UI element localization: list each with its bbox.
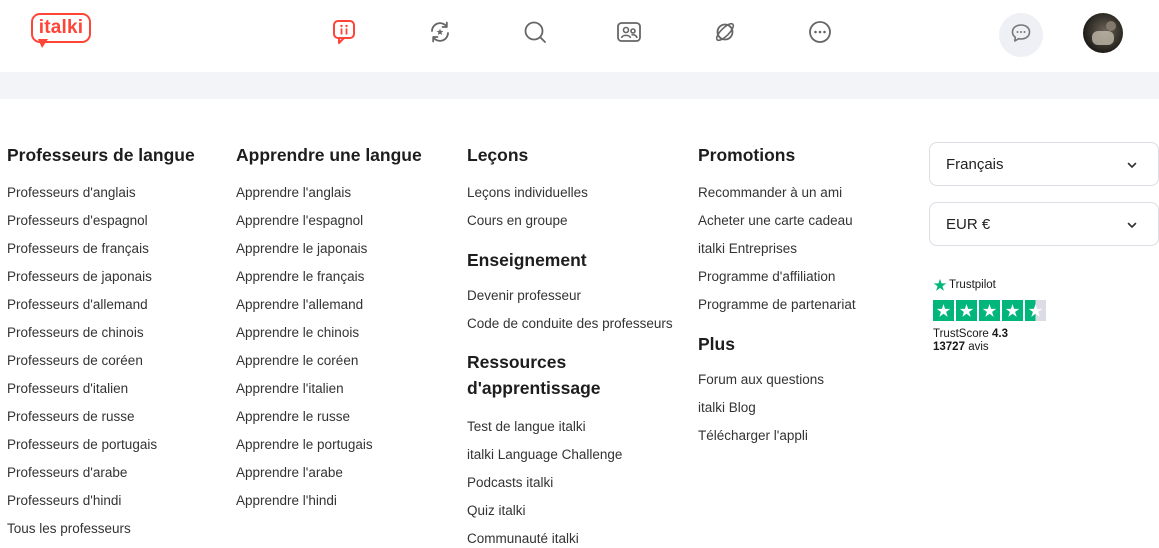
column-title-promotions: Promotions (698, 145, 796, 165)
currency-select-value: EUR € (946, 215, 991, 233)
link-teacher[interactable]: Professeurs de japonais (7, 263, 195, 291)
trustscore-value: 4.3 (992, 328, 1009, 340)
chevron-down-icon (1126, 218, 1138, 235)
link-learn[interactable]: Apprendre l'espagnol (236, 207, 422, 235)
link-more[interactable]: Télécharger l'appli (698, 422, 856, 450)
reviews-line: 13727 avis (933, 341, 1048, 354)
chevron-down-icon (1126, 158, 1138, 175)
community-icon[interactable] (616, 19, 642, 45)
trustpilot-stars (933, 300, 1048, 321)
link-learn[interactable]: Apprendre le portugais (236, 431, 422, 459)
link-more[interactable]: Forum aux questions (698, 366, 856, 394)
link-teacher[interactable]: Professeurs d'anglais (7, 179, 195, 207)
trustscore-line: TrustScore 4.3 (933, 328, 1048, 341)
messages-button[interactable] (999, 13, 1043, 57)
link-learn[interactable]: Apprendre le japonais (236, 235, 422, 263)
link-teacher[interactable]: Professeurs de russe (7, 403, 195, 431)
currency-select[interactable]: EUR € (929, 202, 1159, 246)
link-teaching[interactable]: Code de conduite des professeurs (467, 310, 673, 338)
link-learn[interactable]: Apprendre le français (236, 263, 422, 291)
logo-speech-tail (38, 39, 48, 48)
star-icon (933, 300, 954, 321)
link-learn[interactable]: Apprendre le russe (236, 403, 422, 431)
link-more[interactable]: italki Blog (698, 394, 856, 422)
resources-title-line1: Ressources (467, 352, 567, 372)
link-resource[interactable]: italki Language Challenge (467, 441, 673, 469)
learn-links: Apprendre l'anglais Apprendre l'espagnol… (236, 179, 422, 515)
teaching-links: Devenir professeur Code de conduite des … (467, 282, 673, 338)
link-lesson[interactable]: Cours en groupe (467, 207, 673, 235)
resources-links: Test de langue italki italki Language Ch… (467, 413, 673, 548)
footer-column-promotions: Promotions Recommander à un ami Acheter … (698, 142, 856, 450)
column-title-learn: Apprendre une langue (236, 145, 422, 165)
link-promotion[interactable]: Programme de partenariat (698, 291, 856, 319)
trustscore-label: TrustScore (933, 328, 989, 340)
link-teacher[interactable]: Professeurs de coréen (7, 347, 195, 375)
chat-bubble-icon (1010, 22, 1032, 49)
link-resource[interactable]: Communauté italki (467, 525, 673, 548)
column-title-lessons: Leçons (467, 145, 529, 165)
link-teacher[interactable]: Professeurs d'arabe (7, 459, 195, 487)
planet-icon[interactable] (712, 19, 738, 45)
link-teacher[interactable]: Professeurs d'allemand (7, 291, 195, 319)
link-learn[interactable]: Apprendre le chinois (236, 319, 422, 347)
language-select-value: Français (946, 155, 1004, 173)
trustpilot-widget[interactable]: Trustpilot TrustScore 4.3 13727 avis (933, 278, 1048, 354)
link-promotion[interactable]: Recommander à un ami (698, 179, 856, 207)
link-promotion[interactable]: italki Entreprises (698, 235, 856, 263)
footer-column-teachers: Professeurs de langue Professeurs d'angl… (7, 142, 195, 543)
trustpilot-star-icon (933, 278, 949, 292)
language-select[interactable]: Français (929, 142, 1159, 186)
link-teacher[interactable]: Professeurs de chinois (7, 319, 195, 347)
resources-title-line2: d'apprentissage (467, 378, 601, 398)
italki-logo[interactable]: italki (31, 13, 91, 50)
more-icon[interactable] (807, 19, 833, 45)
italki-home-icon[interactable] (331, 19, 357, 45)
link-teacher[interactable]: Professeurs d'italien (7, 375, 195, 403)
lessons-links: Leçons individuelles Cours en groupe (467, 179, 673, 235)
trustpilot-logo: Trustpilot (933, 278, 1048, 292)
link-promotion[interactable]: Programme d'affiliation (698, 263, 856, 291)
footer-column-learn: Apprendre une langue Apprendre l'anglais… (236, 142, 422, 515)
link-resource[interactable]: Test de langue italki (467, 413, 673, 441)
user-avatar[interactable] (1083, 13, 1123, 53)
top-navigation-bar: italki (0, 0, 1159, 72)
half-star-icon (1025, 300, 1046, 321)
reviews-count: 13727 (933, 341, 965, 353)
link-learn[interactable]: Apprendre l'allemand (236, 291, 422, 319)
column-title-resources: Ressources d'apprentissage (467, 349, 673, 401)
header-divider-band (0, 72, 1159, 99)
link-lesson[interactable]: Leçons individuelles (467, 179, 673, 207)
link-promotion[interactable]: Acheter une carte cadeau (698, 207, 856, 235)
link-resource[interactable]: Podcasts italki (467, 469, 673, 497)
link-teacher[interactable]: Professeurs de portugais (7, 431, 195, 459)
link-teacher[interactable]: Professeurs de français (7, 235, 195, 263)
exchange-icon[interactable] (427, 19, 453, 45)
star-icon (979, 300, 1000, 321)
teachers-links: Professeurs d'anglais Professeurs d'espa… (7, 179, 195, 543)
link-learn[interactable]: Apprendre le coréen (236, 347, 422, 375)
link-teacher[interactable]: Professeurs d'espagnol (7, 207, 195, 235)
link-learn[interactable]: Apprendre l'arabe (236, 459, 422, 487)
link-teaching[interactable]: Devenir professeur (467, 282, 673, 310)
footer-column-lessons: Leçons Leçons individuelles Cours en gro… (467, 142, 673, 548)
search-icon[interactable] (522, 19, 548, 45)
link-learn[interactable]: Apprendre l'hindi (236, 487, 422, 515)
link-resource[interactable]: Quiz italki (467, 497, 673, 525)
link-learn[interactable]: Apprendre l'italien (236, 375, 422, 403)
column-title-teaching: Enseignement (467, 250, 587, 270)
promotions-links: Recommander à un ami Acheter une carte c… (698, 179, 856, 319)
link-teacher[interactable]: Professeurs d'hindi (7, 487, 195, 515)
trustpilot-brand: Trustpilot (949, 279, 996, 291)
link-all-teachers[interactable]: Tous les professeurs (7, 515, 195, 543)
more-links: Forum aux questions italki Blog Téléchar… (698, 366, 856, 450)
column-title-more: Plus (698, 334, 735, 354)
star-icon (956, 300, 977, 321)
column-title-teachers: Professeurs de langue (7, 145, 195, 165)
star-icon (1002, 300, 1023, 321)
link-learn[interactable]: Apprendre l'anglais (236, 179, 422, 207)
reviews-label: avis (968, 341, 989, 353)
